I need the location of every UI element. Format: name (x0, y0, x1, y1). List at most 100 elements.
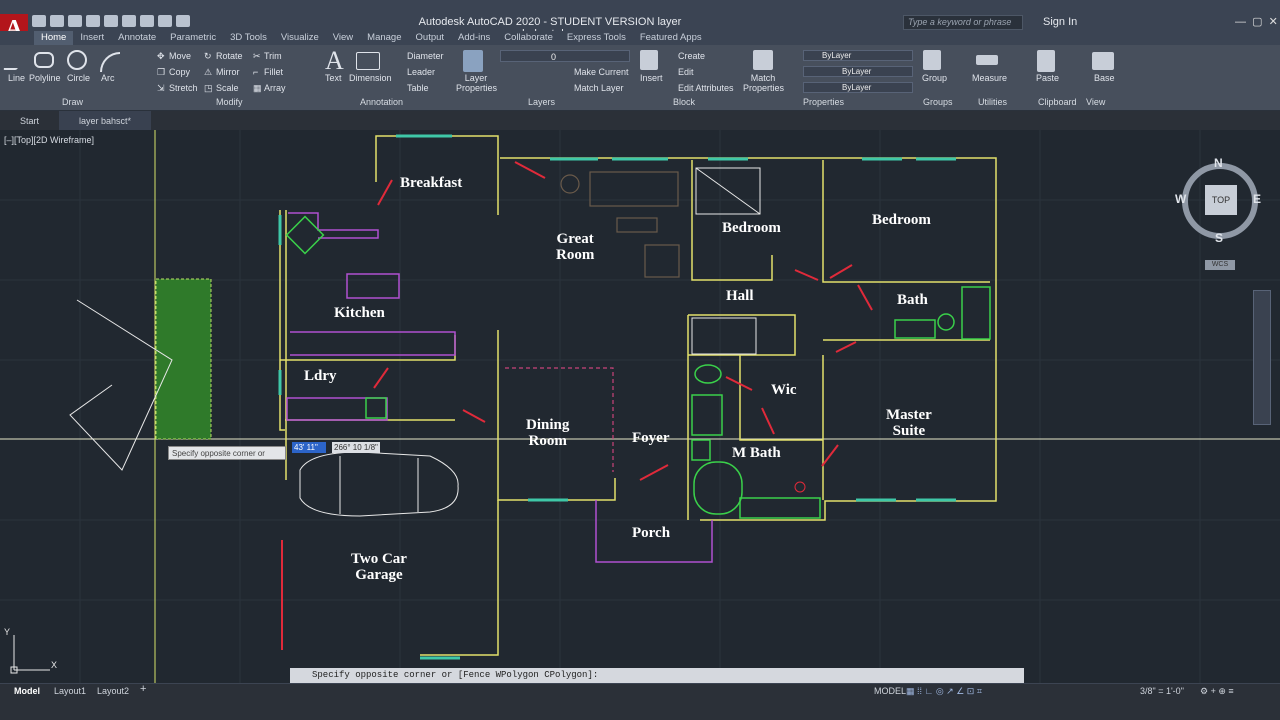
plot-icon[interactable] (140, 15, 154, 27)
ribbon-tab-3d-tools[interactable]: 3D Tools (223, 31, 274, 45)
properties-panel-label[interactable]: Properties (803, 97, 844, 107)
groups-panel-label[interactable]: Groups (923, 97, 953, 107)
insert-tool[interactable]: Insert (640, 73, 663, 83)
save-icon[interactable] (68, 15, 82, 27)
layout-tab-model[interactable]: Model (14, 686, 40, 696)
doc-tab-start[interactable]: Start (0, 111, 59, 130)
ribbon-tab-output[interactable]: Output (409, 31, 452, 45)
mirror-tool[interactable]: Mirror (216, 67, 240, 77)
match-properties-tool[interactable]: Match Properties (743, 73, 784, 93)
viewcube[interactable]: TOP N S E W (1175, 155, 1265, 245)
block-panel-label[interactable]: Block (673, 97, 695, 107)
polyline-tool[interactable]: Polyline (29, 73, 61, 83)
compass-west[interactable]: W (1175, 192, 1186, 206)
paste-icon[interactable] (1037, 50, 1055, 72)
line-tool[interactable]: Line (8, 73, 25, 83)
measure-tool[interactable]: Measure (972, 73, 1007, 83)
modify-panel-label[interactable]: Modify (216, 97, 243, 107)
group-icon[interactable] (923, 50, 941, 70)
settings-icon[interactable]: ⚙ + ⊕ ≡ (1200, 686, 1234, 697)
ribbon-tab-collaborate[interactable]: Collaborate (497, 31, 560, 45)
insert-icon[interactable] (640, 50, 658, 70)
viewcube-top-face[interactable]: TOP (1205, 185, 1237, 215)
dimension-icon[interactable] (356, 52, 380, 70)
ribbon-tab-insert[interactable]: Insert (73, 31, 111, 45)
ribbon-tab-view[interactable]: View (326, 31, 360, 45)
create-block-tool[interactable]: Create (678, 51, 705, 61)
dimension-tool[interactable]: Dimension (349, 73, 392, 83)
command-line[interactable]: Specify opposite corner or [Fence WPolyg… (290, 668, 1024, 683)
circle-tool[interactable]: Circle (67, 73, 90, 83)
ribbon-tab-visualize[interactable]: Visualize (274, 31, 326, 45)
text-tool[interactable]: Text (325, 73, 342, 83)
group-tool[interactable]: Group (922, 73, 947, 83)
layer-properties-tool[interactable]: Layer Properties (456, 73, 497, 93)
rotate-tool[interactable]: Rotate (216, 51, 243, 61)
trim-tool[interactable]: Trim (264, 51, 282, 61)
annotation-panel-label[interactable]: Annotation (360, 97, 403, 107)
scale-tool[interactable]: Scale (216, 83, 239, 93)
clipboard-panel-label[interactable]: Clipboard (1038, 97, 1077, 107)
copy-tool[interactable]: Copy (169, 67, 190, 77)
leader-tool[interactable]: Leader (407, 67, 435, 77)
edit-block-tool[interactable]: Edit (678, 67, 694, 77)
new-icon[interactable] (32, 15, 46, 27)
diameter-tool[interactable]: Diameter (407, 51, 444, 61)
ribbon-tab-home[interactable]: Home (34, 31, 74, 45)
draw-panel-label[interactable]: Draw (62, 97, 83, 107)
compass-north[interactable]: N (1214, 156, 1223, 170)
stretch-tool[interactable]: Stretch (169, 83, 198, 93)
ribbon-tab-annotate[interactable]: Annotate (111, 31, 163, 45)
polyline-icon[interactable] (34, 52, 54, 68)
ribbon-tab-featured-apps[interactable]: Featured Apps (633, 31, 709, 45)
compass-south[interactable]: S (1215, 231, 1223, 245)
ribbon-tab-express-tools[interactable]: Express Tools (560, 31, 633, 45)
table-tool[interactable]: Table (407, 83, 429, 93)
linetype-dropdown[interactable]: ByLayer (803, 66, 913, 77)
fillet-tool[interactable]: Fillet (264, 67, 283, 77)
doc-tab-drawing[interactable]: layer bahsct* (59, 111, 152, 130)
viewport-label[interactable]: [–][Top][2D Wireframe] (4, 135, 94, 145)
ribbon-tab-add-ins[interactable]: Add-ins (451, 31, 497, 45)
layers-panel-label[interactable]: Layers (528, 97, 555, 107)
open-icon[interactable] (50, 15, 64, 27)
base-tool[interactable]: Base (1094, 73, 1115, 83)
undo-icon[interactable] (158, 15, 172, 27)
paste-tool[interactable]: Paste (1036, 73, 1059, 83)
compass-east[interactable]: E (1253, 192, 1261, 206)
layer-properties-icon[interactable] (463, 50, 483, 72)
web-open-icon[interactable] (104, 15, 118, 27)
arc-tool[interactable]: Arc (101, 73, 115, 83)
utilities-panel-label[interactable]: Utilities (978, 97, 1007, 107)
drawing-area[interactable] (0, 130, 1280, 683)
dynamic-input-distance[interactable]: 43' 11" (292, 442, 326, 453)
edit-attributes-tool[interactable]: Edit Attributes (678, 83, 734, 93)
saveas-icon[interactable] (86, 15, 100, 27)
move-tool[interactable]: Move (169, 51, 191, 61)
base-view-icon[interactable] (1092, 52, 1114, 70)
add-layout-icon[interactable]: + (140, 683, 146, 695)
navigation-bar[interactable] (1253, 290, 1271, 425)
circle-icon[interactable] (67, 50, 87, 70)
web-save-icon[interactable] (122, 15, 136, 27)
ribbon-tab-manage[interactable]: Manage (360, 31, 408, 45)
layer-dropdown[interactable]: 0 (500, 50, 630, 62)
array-tool[interactable]: Array (264, 83, 286, 93)
window-controls[interactable]: — ▢ ✕ (1235, 15, 1278, 28)
status-toggles[interactable]: ▦ ⁞⁞ ∟ ◎ ↗ ∠ ⊡ ⌗ (906, 686, 982, 697)
wcs-menu[interactable]: WCS (1205, 260, 1235, 270)
match-properties-icon[interactable] (753, 50, 773, 70)
sign-in-link[interactable]: Sign In (1043, 16, 1077, 28)
layout-tab-layout1[interactable]: Layout1 (54, 686, 86, 696)
dynamic-input-angle[interactable]: 266° 10 1/8" (332, 442, 380, 453)
text-icon[interactable]: A (325, 46, 344, 76)
ribbon-tab-parametric[interactable]: Parametric (163, 31, 223, 45)
layout-tab-layout2[interactable]: Layout2 (97, 686, 129, 696)
match-layer-tool[interactable]: Match Layer (574, 83, 624, 93)
lineweight-dropdown[interactable]: ByLayer (803, 82, 913, 93)
redo-icon[interactable] (176, 15, 190, 27)
model-space-button[interactable]: MODEL (874, 686, 906, 696)
search-input[interactable]: Type a keyword or phrase (903, 15, 1023, 30)
view-panel-label[interactable]: View (1086, 97, 1105, 107)
make-current-tool[interactable]: Make Current (574, 67, 629, 77)
